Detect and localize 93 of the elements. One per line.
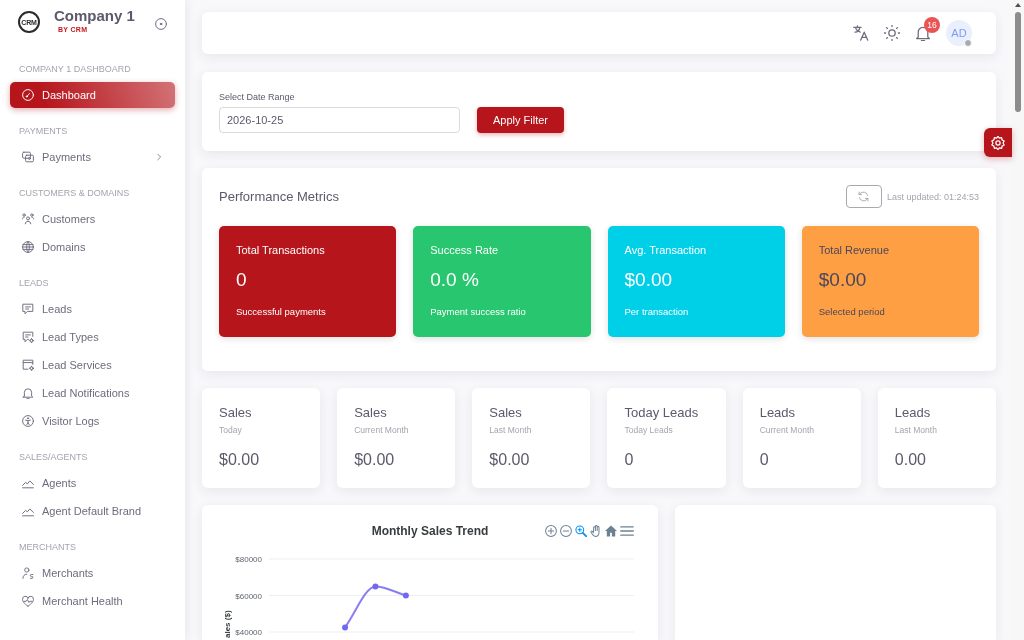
nav-link[interactable]: Merchants — [10, 560, 175, 586]
stat-title: Leads — [894, 405, 931, 421]
metric-value: 0 — [236, 268, 247, 292]
sun-icon[interactable] — [884, 25, 900, 41]
refresh-icon — [858, 191, 870, 202]
users-icon — [22, 213, 34, 225]
stat-value: $0.00 — [354, 450, 395, 470]
metric-title: Total Transactions — [236, 243, 325, 257]
notification-badge: 16 — [924, 17, 940, 33]
section-heading: PAYMENTS — [18, 125, 69, 138]
metric-value: 0.0 % — [430, 268, 479, 292]
brand-name: Company 1 — [54, 6, 135, 25]
scroll-up-arrow-icon[interactable] — [1015, 3, 1021, 7]
stat-subtitle: Current Month — [354, 425, 409, 436]
wallet-icon — [22, 151, 34, 163]
stat-value: 0 — [759, 450, 769, 470]
globe-icon — [22, 241, 34, 253]
section-heading: CUSTOMERS & DOMAINS — [18, 187, 131, 200]
nav-link[interactable]: Leads — [10, 296, 175, 322]
metric-title: Total Revenue — [818, 243, 890, 257]
section-heading: COMPANY 1 DASHBOARD — [18, 63, 132, 76]
stat-subtitle: Today Leads — [624, 425, 673, 436]
stat-subtitle: Today — [219, 425, 242, 436]
axis-title: ales ($) — [223, 610, 232, 638]
nav-link[interactable]: Customers — [10, 206, 175, 232]
metric-caption: Selected period — [818, 306, 885, 318]
metric-caption: Successful payments — [236, 306, 326, 318]
nav-link[interactable]: Lead Types — [10, 324, 175, 350]
last-updated-text: Last updated: 01:24:53 — [886, 191, 979, 202]
user-icon — [22, 567, 34, 579]
settings-icon — [991, 135, 1005, 150]
zoom-out-icon[interactable] — [560, 525, 572, 537]
bell-icon — [22, 387, 34, 399]
date-field[interactable]: 2026-10-25 — [219, 107, 460, 133]
metric-caption: Payment success ratio — [430, 306, 526, 318]
nav-link[interactable]: Agent Default Brand — [10, 498, 175, 524]
section-heading: LEADS — [18, 277, 50, 290]
metric-value: $0.00 — [624, 268, 673, 292]
stat-title: Leads — [759, 405, 796, 421]
line-chart-icon — [22, 477, 34, 489]
heart-pulse-icon — [22, 595, 34, 607]
section-heading: MERCHANTS — [18, 541, 77, 554]
line-chart-icon — [22, 505, 34, 517]
nav-link[interactable]: Lead Notifications — [10, 380, 175, 406]
nav-link[interactable]: Lead Services — [10, 352, 175, 378]
metric-title: Avg. Transaction — [624, 243, 707, 257]
nav-link[interactable]: Domains — [10, 234, 175, 260]
stat-value: $0.00 — [219, 450, 260, 470]
accessibility-icon — [22, 415, 34, 427]
metric-caption: Per transaction — [624, 306, 689, 318]
axis-tick-label: $60000 — [235, 591, 262, 601]
hand-icon[interactable] — [590, 525, 602, 537]
stat-title: Sales — [354, 405, 387, 421]
field-label: Select Date Range — [219, 92, 295, 103]
sidebar-toggle-icon[interactable] — [155, 18, 167, 30]
chevron-right-icon — [155, 153, 163, 161]
axis-tick-label: $40000 — [235, 628, 262, 637]
zoom-icon[interactable] — [575, 525, 587, 537]
axis-tick-label: $80000 — [235, 555, 262, 564]
gauge-icon — [22, 89, 34, 101]
message-icon — [22, 303, 34, 315]
stat-subtitle: Current Month — [759, 425, 814, 436]
apply-filter-button[interactable]: Apply Filter — [477, 107, 565, 133]
nav-link[interactable]: Payments — [10, 144, 175, 170]
translate-icon[interactable] — [853, 25, 869, 41]
chart-title: Monthly Sales Trend — [371, 524, 489, 538]
stat-value: 0.00 — [894, 450, 926, 470]
data-point[interactable] — [402, 592, 409, 599]
metric-title: Success Rate — [430, 243, 499, 257]
menu-icon[interactable] — [620, 524, 634, 538]
section-title: Performance Metrics — [219, 189, 339, 204]
data-point[interactable] — [372, 583, 379, 590]
window-gear-icon — [22, 359, 34, 371]
nav-link[interactable]: Visitor Logs — [10, 408, 175, 434]
nav-link[interactable]: Agents — [10, 470, 175, 496]
data-point[interactable] — [342, 624, 349, 631]
stat-value: $0.00 — [489, 450, 530, 470]
metric-value: $0.00 — [818, 268, 867, 292]
stat-subtitle: Last Month — [894, 425, 937, 436]
stat-title: Sales — [219, 405, 252, 421]
home-icon[interactable] — [605, 525, 617, 537]
stat-subtitle: Last Month — [489, 425, 532, 436]
stat-title: Sales — [489, 405, 522, 421]
section-heading: SALES/AGENTS — [18, 451, 89, 464]
zoom-in-icon[interactable] — [545, 525, 557, 537]
message-gear-icon — [22, 331, 34, 343]
settings-button[interactable] — [984, 128, 1012, 157]
nav-link[interactable]: Merchant Health — [10, 588, 175, 614]
stat-value: 0 — [624, 450, 634, 470]
refresh-button[interactable] — [845, 185, 882, 208]
nav-link[interactable]: Dashboard — [10, 82, 175, 108]
stat-title: Today Leads — [624, 405, 699, 421]
scrollbar-thumb[interactable] — [1015, 12, 1021, 112]
